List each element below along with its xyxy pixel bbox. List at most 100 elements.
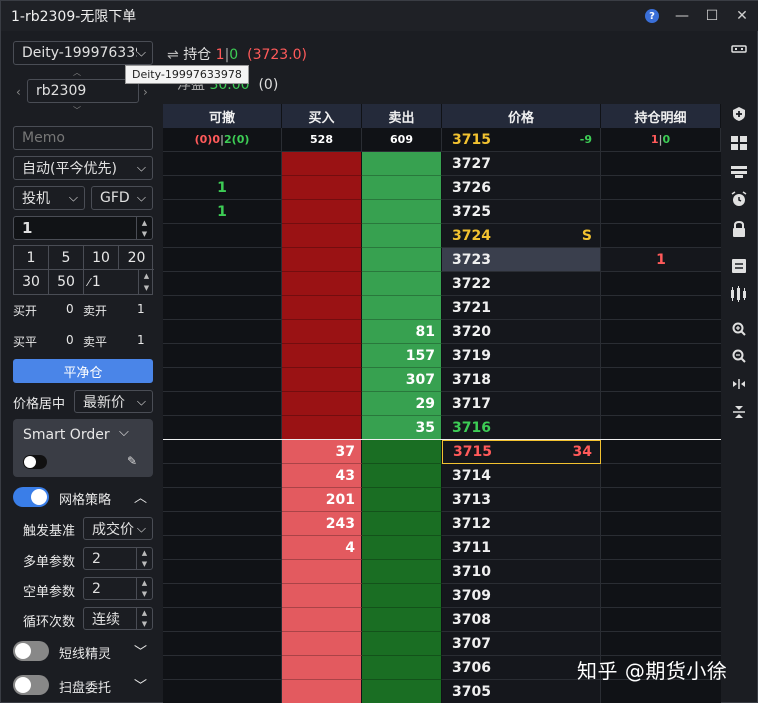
- price-cell[interactable]: 3727: [442, 152, 601, 176]
- help-icon[interactable]: ?: [643, 7, 661, 25]
- price-cell[interactable]: 3718: [442, 368, 601, 392]
- position-cell[interactable]: [601, 224, 721, 248]
- bid-cell[interactable]: [282, 344, 362, 368]
- account-select[interactable]: Deity-19997633978 ⌵: [13, 41, 153, 65]
- position-cell[interactable]: [601, 584, 721, 608]
- cancel-cell[interactable]: [163, 368, 282, 392]
- bid-cell[interactable]: [282, 560, 362, 584]
- ask-cell[interactable]: [362, 296, 442, 320]
- ask-cell[interactable]: [362, 176, 442, 200]
- ask-cell[interactable]: 307: [362, 368, 442, 392]
- qty-preset-button[interactable]: 10: [84, 246, 119, 270]
- bid-cell[interactable]: 4: [282, 536, 362, 560]
- price-cell[interactable]: 3713: [442, 488, 601, 512]
- position-cell[interactable]: [601, 488, 721, 512]
- flatten-position-button[interactable]: 平净仓: [13, 359, 153, 383]
- print-icon[interactable]: [729, 161, 749, 181]
- price-cell[interactable]: 3722: [442, 272, 601, 296]
- price-cell[interactable]: 3720: [442, 320, 601, 344]
- long-param-stepper[interactable]: ▲ ▼: [136, 548, 152, 569]
- bid-cell[interactable]: 243: [282, 512, 362, 536]
- ask-cell[interactable]: [362, 512, 442, 536]
- ask-cell[interactable]: [362, 680, 442, 703]
- cancel-cell[interactable]: [163, 152, 282, 176]
- bid-cell[interactable]: [282, 608, 362, 632]
- price-cell[interactable]: 3725: [442, 200, 601, 224]
- bid-cell[interactable]: [282, 392, 362, 416]
- zoom-out-icon[interactable]: [729, 346, 749, 366]
- alarm-icon[interactable]: [729, 189, 749, 209]
- chevron-down-icon[interactable]: ⌵: [119, 425, 129, 440]
- ask-cell[interactable]: 157: [362, 344, 442, 368]
- bid-cell[interactable]: [282, 656, 362, 680]
- position-cell[interactable]: [601, 296, 721, 320]
- position-cell[interactable]: 1: [601, 248, 721, 272]
- grid-strategy-toggle[interactable]: [13, 487, 49, 507]
- ask-cell[interactable]: 35: [362, 416, 442, 440]
- bid-cell[interactable]: [282, 680, 362, 703]
- quantity-input[interactable]: 1 ▲ ▼: [13, 216, 153, 240]
- chevron-down-icon[interactable]: ﹀: [134, 641, 147, 660]
- position-cell[interactable]: [601, 152, 721, 176]
- bid-cell[interactable]: [282, 584, 362, 608]
- chevron-down-icon[interactable]: ﹀: [134, 675, 147, 694]
- cancel-cell[interactable]: [163, 392, 282, 416]
- position-cell[interactable]: [601, 176, 721, 200]
- instrument-field[interactable]: rb2309: [27, 79, 139, 103]
- price-cell[interactable]: 3710: [442, 560, 601, 584]
- price-cell[interactable]: 3726: [442, 176, 601, 200]
- chevron-up-icon[interactable]: ︿: [134, 487, 147, 506]
- cancel-cell[interactable]: 1: [163, 200, 282, 224]
- prev-instrument-icon[interactable]: ‹: [16, 85, 21, 99]
- position-cell[interactable]: [601, 632, 721, 656]
- minimize-icon[interactable]: —: [673, 7, 691, 25]
- price-cell[interactable]: 3719: [442, 344, 601, 368]
- price-cell[interactable]: 3723: [442, 248, 601, 272]
- price-cell[interactable]: 3715 34: [442, 440, 601, 464]
- price-cell[interactable]: 3724 S: [442, 224, 601, 248]
- bid-cell[interactable]: [282, 224, 362, 248]
- cancel-cell[interactable]: [163, 608, 282, 632]
- bid-cell[interactable]: [282, 248, 362, 272]
- position-cell[interactable]: [601, 344, 721, 368]
- zoom-in-icon[interactable]: [729, 319, 749, 339]
- hedge-select[interactable]: 投机 ⌵: [13, 186, 85, 210]
- ask-cell[interactable]: [362, 656, 442, 680]
- maximize-icon[interactable]: ☐: [703, 7, 721, 25]
- ask-cell[interactable]: [362, 200, 442, 224]
- ask-cell[interactable]: [362, 272, 442, 296]
- bid-cell[interactable]: 201: [282, 488, 362, 512]
- price-cell[interactable]: 3717: [442, 392, 601, 416]
- scalper-toggle[interactable]: [13, 641, 49, 661]
- candlestick-icon[interactable]: [729, 284, 749, 304]
- price-cell[interactable]: 3716: [442, 416, 601, 440]
- lock-icon[interactable]: [729, 219, 749, 239]
- position-cell[interactable]: [601, 560, 721, 584]
- position-cell[interactable]: [601, 200, 721, 224]
- cancel-cell[interactable]: [163, 344, 282, 368]
- list-icon[interactable]: [729, 256, 749, 276]
- position-cell[interactable]: [601, 392, 721, 416]
- ask-cell[interactable]: 29: [362, 392, 442, 416]
- position-cell[interactable]: [601, 464, 721, 488]
- bid-cell[interactable]: 37: [282, 440, 362, 464]
- center-price-select[interactable]: 最新价 ⌵: [74, 390, 153, 413]
- add-icon[interactable]: [729, 104, 749, 124]
- bid-cell[interactable]: 43: [282, 464, 362, 488]
- cancel-cell[interactable]: [163, 320, 282, 344]
- ask-cell[interactable]: [362, 536, 442, 560]
- bid-cell[interactable]: [282, 200, 362, 224]
- ask-cell[interactable]: [362, 608, 442, 632]
- price-cell[interactable]: 3721: [442, 296, 601, 320]
- price-cell[interactable]: 3708: [442, 608, 601, 632]
- price-cell[interactable]: 3707: [442, 632, 601, 656]
- ask-cell[interactable]: [362, 224, 442, 248]
- ask-cell[interactable]: [362, 560, 442, 584]
- trigger-select[interactable]: 成交价 ⌵: [83, 517, 153, 540]
- position-cell[interactable]: [601, 368, 721, 392]
- scroll-up-icon[interactable]: ︿: [73, 67, 81, 78]
- cancel-cell[interactable]: [163, 440, 282, 464]
- qty-preset-button[interactable]: 5: [49, 246, 84, 270]
- cancel-cell[interactable]: [163, 536, 282, 560]
- ask-cell[interactable]: [362, 488, 442, 512]
